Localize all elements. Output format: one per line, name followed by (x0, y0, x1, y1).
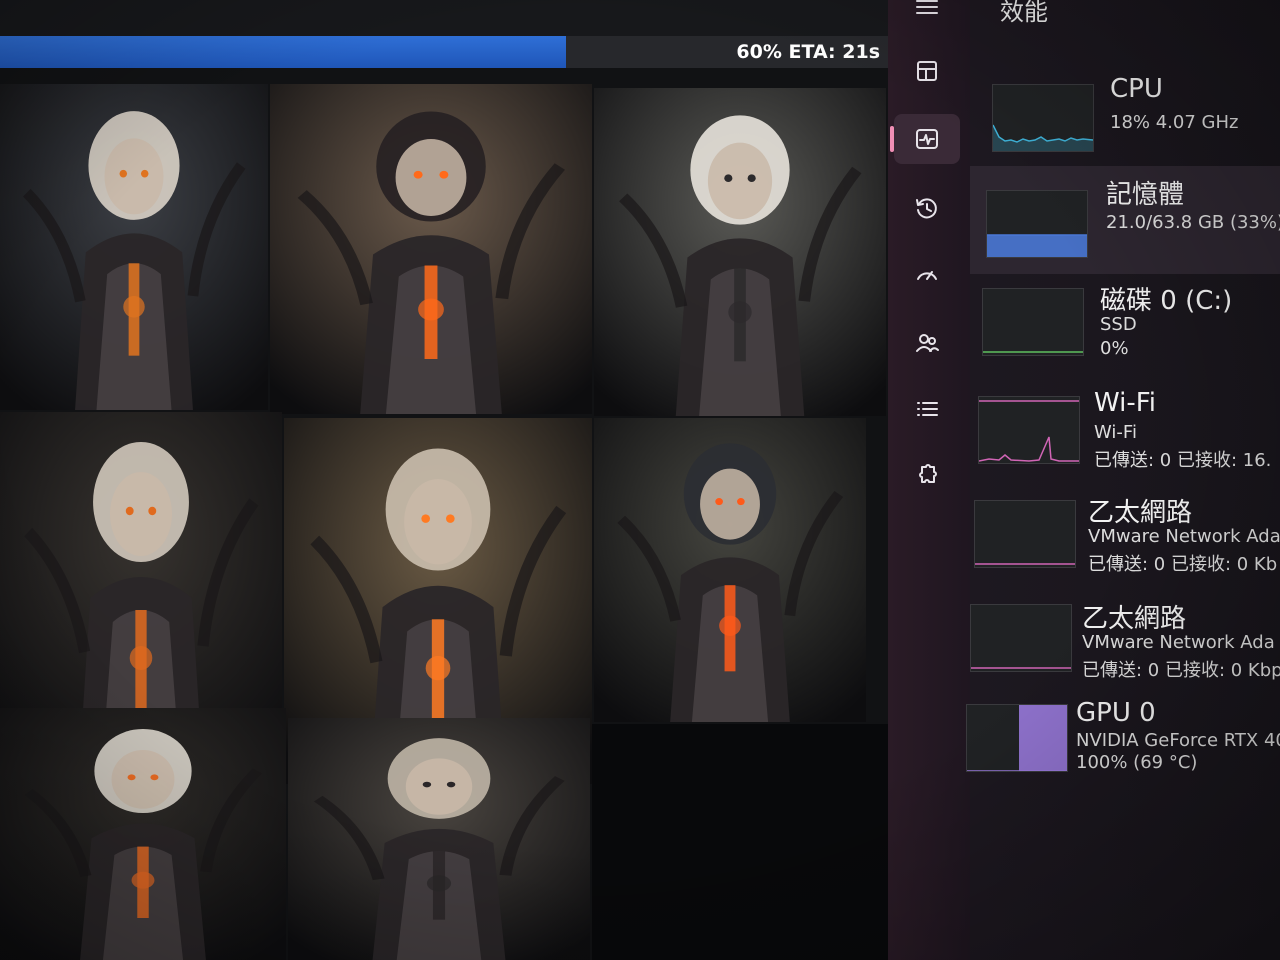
resource-name: 乙太網路 (1088, 498, 1193, 528)
nav-processes[interactable] (894, 46, 960, 96)
usage-mini-graph (992, 84, 1094, 152)
generated-image-thumbnail[interactable] (288, 718, 590, 960)
task-manager-nav-rail (888, 0, 970, 960)
performance-icon (913, 125, 941, 153)
usage-mini-graph (970, 604, 1072, 672)
app-history-icon (913, 195, 941, 223)
progress-label: 60% ETA: 21s (736, 41, 880, 63)
processes-icon (913, 57, 941, 85)
nav-details[interactable] (894, 384, 960, 434)
resource-detail: VMware Network Ada (1082, 632, 1275, 653)
performance-card[interactable]: Wi-Fi Wi-Fi 已傳送: 0 已接收: 16. (970, 384, 1280, 492)
generated-image-thumbnail[interactable] (0, 708, 286, 960)
active-nav-indicator (890, 126, 894, 152)
nav-app-history[interactable] (894, 184, 960, 234)
resource-name: Wi-Fi (1094, 388, 1157, 418)
generated-image-thumbnail[interactable] (594, 88, 886, 416)
usage-mini-graph (966, 704, 1068, 772)
image-generation-app: 60% ETA: 21s (0, 0, 888, 960)
performance-card[interactable]: 磁碟 0 (C:) SSD 0% (970, 278, 1280, 386)
nav-users[interactable] (894, 318, 960, 368)
progress-fill (0, 36, 566, 68)
page-title: 效能 (1000, 0, 1048, 26)
usage-mini-graph (982, 288, 1084, 356)
resource-detail: VMware Network Ada (1088, 526, 1280, 547)
usage-fill (987, 235, 1087, 257)
performance-card[interactable]: 乙太網路 VMware Network Ada 已傳送: 0 已接收: 0 Kb (970, 490, 1280, 598)
users-icon (913, 329, 941, 357)
performance-panel: 效能 CPU 18% 4.07 GHz 記憶體 21.0/63.8 GB (33%) 磁… (966, 0, 1280, 960)
nav-performance[interactable] (894, 114, 960, 164)
resource-usage: 已傳送: 0 已接收: 0 Kbp (1082, 660, 1280, 681)
resource-detail: Wi-Fi (1094, 422, 1137, 443)
resource-name: GPU 0 (1076, 698, 1156, 728)
resource-name: 乙太網路 (1082, 604, 1187, 634)
generated-image-thumbnail[interactable] (0, 84, 268, 410)
startup-apps-icon (913, 261, 941, 289)
nav-hamburger-menu[interactable] (894, 0, 960, 32)
resource-usage: 已傳送: 0 已接收: 16. (1094, 450, 1272, 471)
generated-image-thumbnail[interactable] (270, 84, 592, 414)
screen-photo: 60% ETA: 21s 效能 CPU 18% 4.07 GHz 記憶體 21.0/6… (0, 0, 1280, 960)
performance-card[interactable]: GPU 0 NVIDIA GeForce RTX 40 100% (69 °C) (966, 696, 1280, 804)
resource-usage: 已傳送: 0 已接收: 0 Kb (1088, 554, 1278, 575)
performance-card[interactable]: CPU 18% 4.07 GHz (970, 70, 1280, 178)
app-top-bar (0, 0, 888, 36)
usage-mini-graph (986, 190, 1088, 258)
nav-services[interactable] (894, 450, 960, 500)
resource-name: CPU (1110, 74, 1163, 104)
hamburger-menu-icon (913, 0, 941, 21)
resource-usage: 0% (1100, 338, 1129, 359)
resource-detail: NVIDIA GeForce RTX 40 (1076, 730, 1280, 751)
generation-progress-bar: 60% ETA: 21s (0, 36, 888, 68)
usage-fill (1019, 705, 1067, 771)
performance-card[interactable]: 記憶體 21.0/63.8 GB (33%) (970, 166, 1280, 274)
pending-image-slot (592, 724, 888, 960)
resource-detail: 21.0/63.8 GB (33%) (1106, 212, 1280, 233)
resource-detail: 18% 4.07 GHz (1110, 112, 1239, 133)
resource-name: 記憶體 (1106, 180, 1185, 210)
usage-mini-graph (978, 396, 1080, 464)
nav-startup-apps[interactable] (894, 250, 960, 300)
usage-mini-graph (974, 500, 1076, 568)
services-icon (913, 461, 941, 489)
resource-usage: 100% (69 °C) (1076, 752, 1198, 773)
performance-card[interactable]: 乙太網路 VMware Network Ada 已傳送: 0 已接收: 0 Kbp (970, 596, 1280, 704)
generated-image-thumbnail[interactable] (594, 418, 866, 722)
resource-detail: SSD (1100, 314, 1137, 335)
resource-name: 磁碟 0 (C:) (1100, 286, 1233, 316)
image-gallery (0, 68, 888, 960)
details-icon (913, 395, 941, 423)
